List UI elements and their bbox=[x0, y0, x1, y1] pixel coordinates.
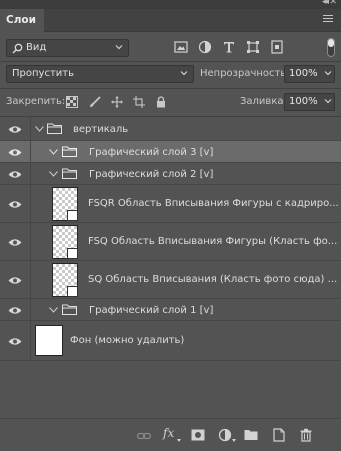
opacity-input[interactable]: 100% bbox=[284, 65, 335, 83]
layer-thumbnail bbox=[52, 187, 78, 221]
layer-name: Графический слой 2 [v] bbox=[89, 169, 214, 180]
visibility-eye-icon[interactable] bbox=[8, 148, 22, 157]
layer-thumbnail bbox=[52, 263, 78, 297]
layer-row-background[interactable]: Фон (можно удалить) bbox=[0, 321, 341, 361]
lock-artboard-icon[interactable] bbox=[133, 96, 145, 108]
visibility-eye-icon[interactable] bbox=[8, 276, 22, 285]
panel-title-strip: ◂◂ ✕ bbox=[0, 0, 341, 9]
layer-row[interactable]: вертикаль bbox=[0, 117, 341, 141]
lock-transparency-icon[interactable] bbox=[66, 96, 78, 108]
panel-tab-bar: Слои bbox=[0, 9, 341, 32]
folder-icon bbox=[47, 123, 62, 134]
layer-row[interactable]: Графический слой 1 [v] bbox=[0, 299, 341, 321]
divider bbox=[0, 61, 341, 62]
blend-mode-select[interactable]: Пропустить bbox=[6, 65, 194, 83]
add-mask-icon[interactable] bbox=[191, 428, 205, 442]
layer-row-selected[interactable]: Графический слой 3 [v] bbox=[0, 141, 341, 163]
layer-row[interactable]: Графический слой 2 [v] bbox=[0, 163, 341, 185]
folder-icon bbox=[62, 168, 77, 179]
delete-layer-trash-icon[interactable] bbox=[299, 428, 313, 442]
visibility-eye-icon[interactable] bbox=[8, 238, 22, 247]
layer-name: FSQ Область Вписывания Фигуры (Класть фо… bbox=[88, 236, 338, 247]
chevron-down-icon[interactable] bbox=[324, 69, 332, 77]
adjustment-filter-icon[interactable] bbox=[198, 40, 212, 54]
lock-position-move-icon[interactable] bbox=[111, 96, 123, 108]
layer-name: вертикаль bbox=[73, 124, 129, 135]
dropdown-arrow-icon bbox=[232, 439, 236, 442]
visibility-eye-icon[interactable] bbox=[8, 200, 22, 209]
filter-toggle-knob bbox=[328, 39, 334, 47]
filter-kind-select[interactable]: Вид bbox=[6, 39, 129, 57]
layer-name: Графический слой 1 [v] bbox=[89, 305, 214, 316]
layers-panel: ◂◂ ✕ Слои Вид Пропустить Непрозрачность:… bbox=[0, 0, 341, 451]
expand-caret-icon[interactable] bbox=[49, 171, 58, 177]
layer-name: SQ Область Вписывания (Класть фото сюда)… bbox=[88, 274, 338, 285]
layers-bottom-toolbar: fx bbox=[0, 418, 341, 451]
expand-caret-icon[interactable] bbox=[49, 307, 58, 313]
fill-value: 100% bbox=[289, 96, 318, 107]
layer-style-fx-button[interactable]: fx bbox=[163, 426, 174, 440]
visibility-eye-icon[interactable] bbox=[8, 337, 22, 346]
chevron-down-icon bbox=[115, 45, 123, 50]
close-panel-icon[interactable]: ✕ bbox=[329, 0, 337, 7]
link-layers-icon[interactable] bbox=[137, 429, 151, 443]
visibility-eye-icon[interactable] bbox=[8, 170, 22, 179]
image-filter-icon[interactable] bbox=[174, 40, 188, 54]
smart-object-badge-icon bbox=[67, 210, 78, 221]
new-adjustment-layer-icon[interactable] bbox=[218, 428, 232, 442]
divider bbox=[0, 88, 341, 89]
folder-icon bbox=[62, 146, 77, 157]
layer-name: Фон (можно удалить) bbox=[70, 335, 185, 346]
panel-menu-icon[interactable] bbox=[323, 15, 333, 25]
tab-layers[interactable]: Слои bbox=[0, 9, 44, 32]
background-thumbnail bbox=[35, 325, 63, 356]
filter-kind-label: Вид bbox=[26, 42, 47, 53]
new-layer-icon[interactable] bbox=[272, 428, 286, 442]
dropdown-arrow-icon bbox=[177, 439, 181, 442]
layer-name: Графический слой 3 [v] bbox=[89, 147, 214, 158]
lock-label: Закрепить: bbox=[6, 96, 66, 107]
shape-filter-icon[interactable] bbox=[246, 40, 260, 54]
smart-object-badge-icon bbox=[67, 248, 78, 259]
chevron-down-icon bbox=[180, 71, 188, 76]
smart-object-filter-icon[interactable] bbox=[270, 40, 284, 54]
layer-name: FSQR Область Вписывания Фигуры с кадриро… bbox=[88, 198, 339, 209]
visibility-eye-icon[interactable] bbox=[8, 125, 22, 134]
folder-icon bbox=[62, 304, 77, 315]
blend-mode-label: Пропустить bbox=[12, 68, 74, 79]
search-icon bbox=[12, 43, 23, 54]
layer-row[interactable]: FSQ Область Вписывания Фигуры (Класть фо… bbox=[0, 223, 341, 261]
expand-caret-icon[interactable] bbox=[35, 126, 44, 132]
type-filter-icon[interactable] bbox=[222, 40, 236, 54]
layer-list: вертикаль Графический слой 3 [v] Графиче… bbox=[0, 117, 341, 373]
expand-caret-icon[interactable] bbox=[49, 149, 58, 155]
layer-row[interactable]: FSQR Область Вписывания Фигуры с кадриро… bbox=[0, 185, 341, 223]
chevron-down-icon[interactable] bbox=[324, 97, 332, 105]
opacity-value: 100% bbox=[289, 68, 318, 79]
visibility-eye-icon[interactable] bbox=[8, 306, 22, 315]
new-group-folder-icon[interactable] bbox=[244, 428, 258, 442]
collapse-panel-icon[interactable]: ◂◂ bbox=[322, 0, 329, 7]
smart-object-badge-icon bbox=[67, 286, 78, 297]
layer-row[interactable]: SQ Область Вписывания (Класть фото сюда)… bbox=[0, 261, 341, 299]
lock-all-icon[interactable] bbox=[155, 96, 167, 108]
layer-thumbnail bbox=[52, 225, 78, 259]
opacity-label: Непрозрачность: bbox=[200, 68, 290, 79]
fill-label: Заливка: bbox=[240, 96, 287, 107]
fill-input[interactable]: 100% bbox=[284, 93, 335, 111]
lock-pixels-brush-icon[interactable] bbox=[89, 96, 101, 108]
filter-toggle[interactable] bbox=[327, 38, 335, 57]
